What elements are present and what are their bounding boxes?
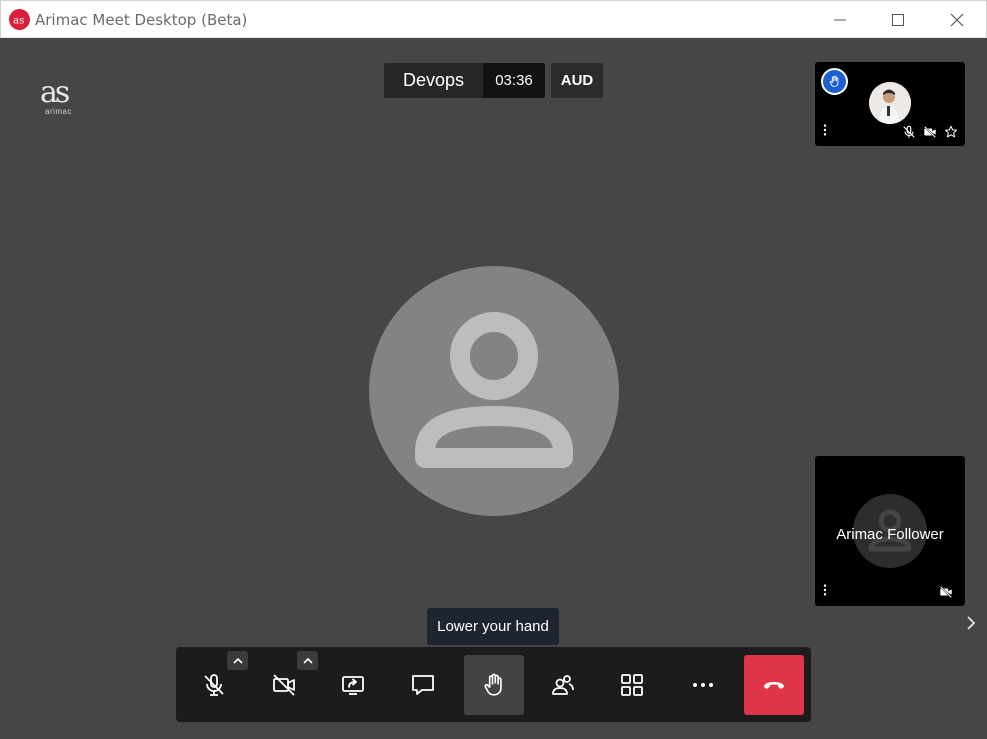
close-icon xyxy=(950,13,964,26)
hand-icon xyxy=(829,75,839,87)
screen-share-icon xyxy=(342,676,364,695)
chevron-right-icon[interactable] xyxy=(962,614,980,632)
video-off-icon xyxy=(938,584,954,600)
raised-hand-badge xyxy=(821,68,848,95)
participant-tile[interactable] xyxy=(815,62,965,146)
logo-mark: as xyxy=(40,75,70,110)
chat-icon xyxy=(412,675,434,695)
raise-hand-button[interactable] xyxy=(464,655,524,715)
more-vert-icon[interactable] xyxy=(817,122,833,138)
participant-photo xyxy=(869,82,911,124)
chevron-up-icon xyxy=(232,657,243,664)
meeting-name: Devops xyxy=(384,63,483,98)
tooltip: Lower your hand xyxy=(427,608,559,645)
screen-share-button[interactable] xyxy=(323,655,383,715)
meeting-timer: 03:36 xyxy=(483,63,545,98)
camera-options-button[interactable] xyxy=(297,651,318,670)
grid-view-icon xyxy=(621,674,643,696)
mic-off-icon xyxy=(204,674,224,696)
star-icon[interactable] xyxy=(943,124,959,140)
more-horiz-icon xyxy=(693,683,713,687)
window-title: Arimac Meet Desktop (Beta) xyxy=(35,11,248,29)
meeting-info: Devops 03:36 xyxy=(384,63,545,98)
participants-icon xyxy=(552,675,574,695)
hand-icon xyxy=(484,673,502,696)
audio-button[interactable]: AUD xyxy=(551,63,603,98)
minimize-icon xyxy=(834,19,846,20)
end-call-icon xyxy=(764,682,784,689)
video-off-icon xyxy=(273,674,295,696)
participant-name: Arimac Follower xyxy=(836,526,944,543)
maximize-button[interactable] xyxy=(875,1,921,38)
chevron-up-icon xyxy=(302,657,313,664)
arimac-logo-icon: as xyxy=(9,9,30,30)
person-placeholder-icon xyxy=(415,312,573,468)
arimac-logo: as arimac xyxy=(36,76,86,120)
svg-text:as: as xyxy=(13,14,24,26)
control-bar xyxy=(176,647,811,722)
chat-button[interactable] xyxy=(393,655,453,715)
maximize-icon xyxy=(892,13,904,26)
main-participant-avatar xyxy=(369,266,619,516)
video-off-icon xyxy=(922,124,938,140)
grid-view-button[interactable] xyxy=(602,655,662,715)
meeting-stage: as arimac Devops 03:36 AUD Arimac Follow… xyxy=(0,38,987,739)
more-options-button[interactable] xyxy=(673,655,733,715)
title-bar: as Arimac Meet Desktop (Beta) xyxy=(0,0,987,38)
minimize-button[interactable] xyxy=(817,1,863,38)
participants-button[interactable] xyxy=(533,655,593,715)
mic-options-button[interactable] xyxy=(227,651,248,670)
close-button[interactable] xyxy=(934,1,980,38)
participant-tile[interactable]: Arimac Follower xyxy=(815,456,965,606)
end-call-button[interactable] xyxy=(744,655,804,715)
logo-text: arimac xyxy=(45,107,73,116)
mic-off-icon xyxy=(901,124,917,140)
more-vert-icon[interactable] xyxy=(817,582,833,598)
